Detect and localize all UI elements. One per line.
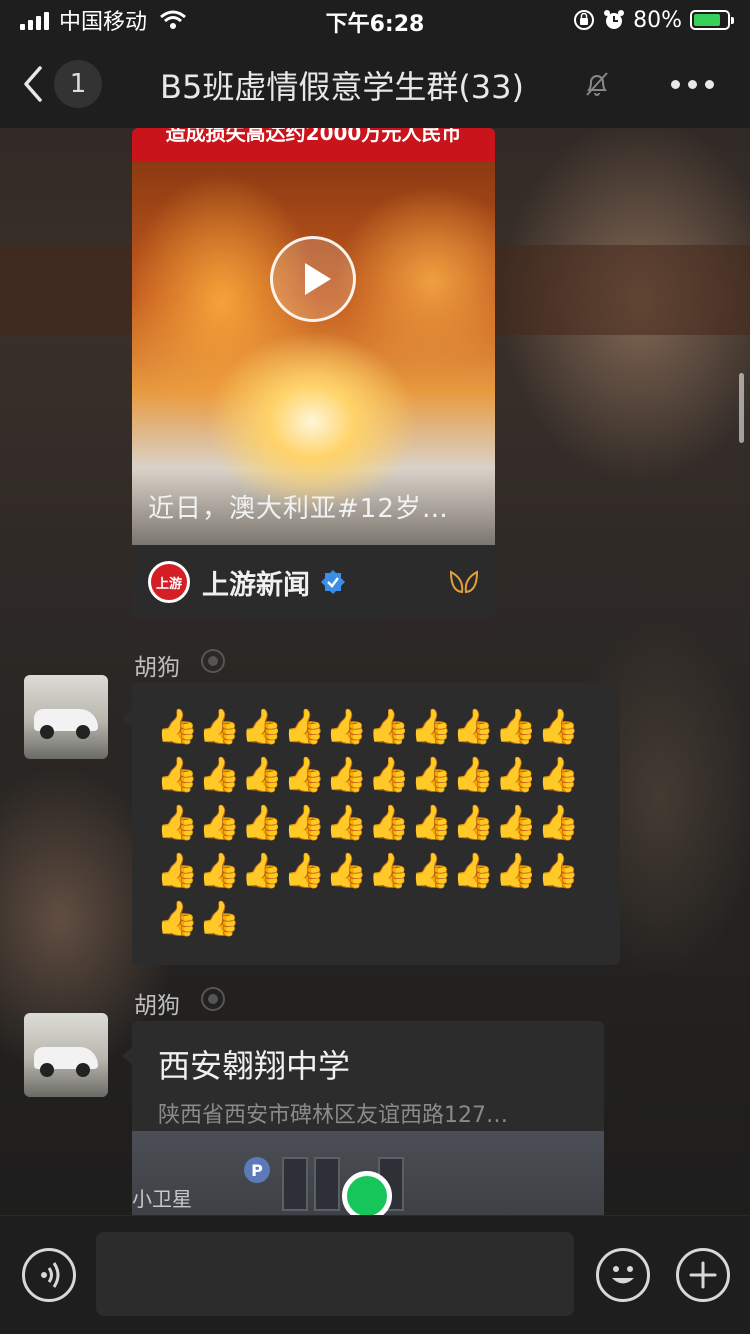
source-logo: 上游 — [148, 561, 190, 603]
channels-butterfly-icon — [449, 570, 479, 594]
unread-count-badge: 1 — [54, 60, 102, 108]
play-icon[interactable] — [270, 236, 356, 322]
carrier-name: 中国移动 — [59, 10, 148, 35]
message-input[interactable] — [96, 1232, 574, 1316]
message-text: 👍👍👍👍👍👍👍👍👍👍👍👍👍👍👍👍👍👍👍👍👍👍👍👍👍👍👍👍👍👍👍👍👍👍👍👍👍👍👍👍… — [156, 707, 580, 939]
message-bubble[interactable]: 👍👍👍👍👍👍👍👍👍👍👍👍👍👍👍👍👍👍👍👍👍👍👍👍👍👍👍👍👍👍👍👍👍👍👍👍👍👍👍👍… — [122, 683, 620, 965]
alarm-icon — [604, 10, 625, 29]
nav-bar: 1 B5班虚情假意学生群(33) — [0, 40, 750, 128]
cellular-signal-icon — [20, 10, 49, 30]
chat-title: B5班虚情假意学生群(33) — [160, 68, 525, 106]
message-row: 胡狗 西安翱翔中学 陕西省西安市碑林区友谊西路127… P 小卫星 — [24, 986, 724, 1215]
message-row: 胡狗 👍👍👍👍👍👍👍👍👍👍👍👍👍👍👍👍👍👍👍👍👍👍👍👍👍👍👍👍👍👍👍👍👍👍👍👍👍… — [24, 648, 724, 968]
map-label: 小卫星 — [132, 1187, 192, 1211]
location-address: 陕西省西安市碑林区友谊西路127… — [158, 1103, 508, 1128]
sender-status-icon — [201, 987, 225, 1011]
emoji-button[interactable] — [596, 1248, 650, 1302]
sender-status-icon — [201, 649, 225, 673]
plus-icon — [689, 1261, 717, 1289]
avatar[interactable] — [24, 675, 108, 759]
avatar[interactable] — [24, 1013, 108, 1097]
video-caption: 近日，澳大利亚#12岁… — [148, 494, 449, 524]
parking-icon: P — [244, 1157, 270, 1183]
input-bar — [0, 1215, 750, 1334]
mute-bell-icon — [586, 72, 608, 96]
video-source-footer[interactable]: 上游 上游新闻 — [132, 545, 495, 619]
scrollbar[interactable] — [739, 373, 744, 443]
location-title: 西安翱翔中学 — [158, 1047, 351, 1085]
battery-fill — [694, 14, 720, 26]
sender-name: 胡狗 — [134, 655, 180, 681]
battery-icon — [690, 10, 734, 30]
back-button[interactable]: 1 — [20, 60, 102, 108]
verified-badge-icon — [321, 570, 345, 594]
voice-icon — [41, 1262, 60, 1288]
orientation-lock-icon — [574, 10, 595, 30]
channel-video-card[interactable]: 造成损失高达约2000万元人民币 近日，澳大利亚#12岁… 上游 上游新闻 — [132, 128, 495, 619]
video-thumbnail[interactable]: 近日，澳大利亚#12岁… — [132, 162, 495, 545]
smiley-icon — [612, 1266, 634, 1284]
status-bar: 中国移动 下午6:28 80% — [0, 0, 750, 40]
map-preview[interactable]: P 小卫星 — [132, 1131, 604, 1215]
sender-name: 胡狗 — [134, 993, 180, 1019]
source-name: 上游新闻 — [202, 569, 310, 601]
wifi-icon — [160, 10, 186, 29]
more-functions-button[interactable] — [676, 1248, 730, 1302]
more-options-button[interactable] — [671, 80, 714, 89]
chevron-left-icon — [24, 66, 42, 102]
location-card[interactable]: 西安翱翔中学 陕西省西安市碑林区友谊西路127… P 小卫星 — [122, 1021, 604, 1215]
chat-message-list[interactable]: 造成损失高达约2000万元人民币 近日，澳大利亚#12岁… 上游 上游新闻 胡狗 — [0, 128, 750, 1215]
battery-percent: 80% — [633, 7, 682, 33]
video-headline: 造成损失高达约2000万元人民币 — [132, 128, 495, 162]
location-pin-icon — [342, 1171, 392, 1215]
voice-input-button[interactable] — [22, 1248, 76, 1302]
